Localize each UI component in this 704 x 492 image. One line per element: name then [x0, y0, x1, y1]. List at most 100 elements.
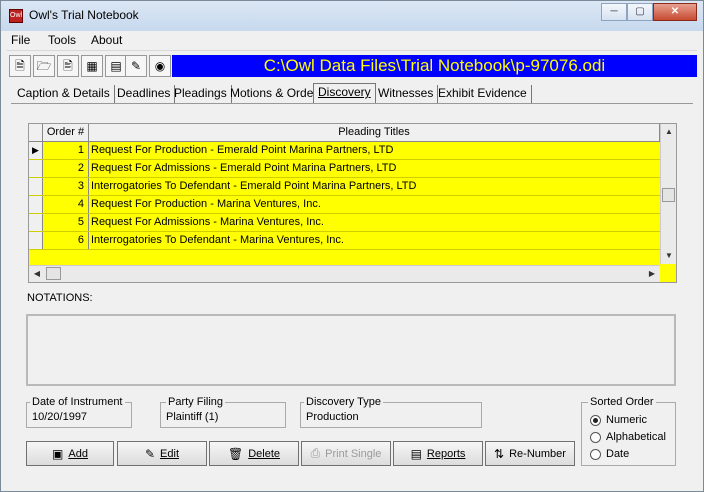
table-row[interactable]: 5 Request For Admissions - Marina Ventur…	[29, 214, 660, 232]
date-label: Date of Instrument	[30, 396, 125, 408]
horizontal-scrollbar[interactable]: ◀ ▶	[29, 265, 660, 282]
close-icon[interactable]: ✕	[653, 3, 697, 21]
menu-about[interactable]: About	[91, 33, 122, 47]
toolbar: 🗎 🗁 🖹 ▦ ▤ ✎ ◉ C:\Owl Data Files\Trial No…	[7, 53, 697, 79]
caption-buttons: ─ ▢ ✕	[601, 3, 697, 21]
radio-unselected-icon[interactable]	[590, 448, 601, 460]
radio-date[interactable]: Date	[590, 447, 629, 461]
sorted-order-group: Sorted Order Numeric Alphabetical Date	[581, 396, 676, 466]
type-label: Discovery Type	[304, 396, 383, 408]
notations-label: NOTATIONS:	[27, 292, 93, 304]
radio-unselected-icon[interactable]	[590, 431, 601, 443]
maximize-icon[interactable]: ▢	[627, 3, 653, 21]
row-selector-arrow-icon[interactable]: ▶	[29, 142, 43, 159]
tab-strip: Caption & Details Deadlines Pleadings Mo…	[11, 83, 695, 103]
row-selector[interactable]	[29, 232, 43, 249]
globe-icon[interactable]: ◉	[149, 55, 171, 77]
app-icon: Owl	[9, 9, 23, 23]
party-filing-group: Party Filing Plaintiff (1)	[160, 396, 286, 428]
scroll-left-icon[interactable]: ◀	[29, 266, 45, 282]
row-order: 4	[43, 196, 89, 213]
new-file-icon[interactable]: 🗎	[9, 55, 31, 77]
radio-alphabetical-label: Alphabetical	[606, 431, 666, 443]
row-title: Request For Admissions - Emerald Point M…	[91, 162, 397, 174]
add-button[interactable]: ▣ Add	[26, 441, 114, 466]
row-title: Request For Production - Marina Ventures…	[91, 198, 321, 210]
party-label: Party Filing	[166, 396, 226, 408]
date-of-instrument-group: Date of Instrument 10/20/1997	[26, 396, 132, 428]
radio-selected-icon[interactable]	[590, 414, 601, 426]
tab-exhibit-evidence[interactable]: Exhibit Evidence	[434, 85, 532, 103]
edit-button[interactable]: ✎ Edit	[117, 441, 207, 466]
vertical-scrollbar[interactable]: ▲ ▼	[660, 124, 676, 264]
reports-button[interactable]: ▤ Reports	[393, 441, 483, 466]
radio-numeric[interactable]: Numeric	[590, 413, 647, 427]
row-order: 2	[43, 160, 89, 177]
client-area: File Tools About 🗎 🗁 🖹 ▦ ▤ ✎ ◉ C:\Owl Da…	[7, 31, 697, 487]
window-title: Owl's Trial Notebook	[29, 8, 139, 22]
row-selector[interactable]	[29, 160, 43, 177]
header-order[interactable]: Order #	[43, 124, 89, 141]
menu-tools[interactable]: Tools	[48, 33, 76, 47]
renumber-icon: ⇅	[494, 446, 505, 461]
open-folder-icon[interactable]: 🗁	[33, 55, 55, 77]
document-icon[interactable]: 🖹	[57, 55, 79, 77]
grid-rows: ▶ 1 Request For Production - Emerald Poi…	[29, 142, 660, 250]
radio-alphabetical[interactable]: Alphabetical	[590, 430, 666, 444]
row-order: 6	[43, 232, 89, 249]
row-selector[interactable]	[29, 178, 43, 195]
menu-bar: File Tools About	[7, 31, 697, 51]
scroll-right-icon[interactable]: ▶	[644, 266, 660, 282]
vertical-scroll-thumb[interactable]	[662, 188, 675, 202]
tab-deadlines[interactable]: Deadlines	[113, 85, 176, 103]
sorted-order-label: Sorted Order	[588, 396, 656, 408]
scroll-up-icon[interactable]: ▲	[661, 124, 677, 140]
pleadings-grid[interactable]: Order # Pleading Titles ▶ 1 Request For …	[28, 123, 677, 283]
delete-button[interactable]: 🗑 Delete	[209, 441, 299, 466]
menu-file[interactable]: File	[11, 33, 30, 47]
tab-divider	[11, 103, 693, 104]
calendar-icon[interactable]: ▦	[81, 55, 103, 77]
scroll-down-icon[interactable]: ▼	[661, 248, 677, 264]
table-row[interactable]: 2 Request For Admissions - Emerald Point…	[29, 160, 660, 178]
tab-discovery[interactable]: Discovery	[313, 83, 376, 103]
trash-icon: 🗑	[227, 446, 244, 461]
table-row[interactable]: ▶ 1 Request For Production - Emerald Poi…	[29, 142, 660, 160]
row-order: 5	[43, 214, 89, 231]
file-path-display: C:\Owl Data Files\Trial Notebook\p-97076…	[172, 55, 697, 77]
date-value: 10/20/1997	[32, 411, 88, 423]
header-title[interactable]: Pleading Titles	[89, 124, 660, 141]
reports-icon: ▤	[410, 446, 422, 461]
header-selector	[29, 124, 43, 141]
grid-header: Order # Pleading Titles	[29, 124, 660, 142]
add-icon: ▣	[52, 446, 64, 461]
row-order: 3	[43, 178, 89, 195]
app-window: Owl Owl's Trial Notebook ─ ▢ ✕ File Tool…	[0, 0, 704, 492]
minimize-icon[interactable]: ─	[601, 3, 627, 21]
radio-date-label: Date	[606, 448, 630, 460]
row-order: 1	[43, 142, 89, 159]
table-row[interactable]: 6 Interrogatories To Defendant - Marina …	[29, 232, 660, 250]
row-title: Interrogatories To Defendant - Emerald P…	[91, 180, 417, 192]
tab-caption-details[interactable]: Caption & Details	[13, 85, 115, 103]
table-row[interactable]: 4 Request For Production - Marina Ventur…	[29, 196, 660, 214]
row-title: Request For Production - Emerald Point M…	[91, 144, 394, 156]
tab-pleadings[interactable]: Pleadings	[170, 85, 232, 103]
radio-numeric-label: Numeric	[606, 414, 647, 426]
table-row[interactable]: 3 Interrogatories To Defendant - Emerald…	[29, 178, 660, 196]
edit-icon: ✎	[144, 446, 156, 461]
printer-icon: ⎙	[310, 446, 321, 460]
row-selector[interactable]	[29, 196, 43, 213]
calculator-icon[interactable]: ▤	[105, 55, 127, 77]
row-title: Interrogatories To Defendant - Marina Ve…	[91, 234, 344, 246]
pen-icon[interactable]: ✎	[125, 55, 147, 77]
tab-witnesses[interactable]: Witnesses	[374, 85, 439, 103]
renumber-button[interactable]: ⇅ Re-Number	[485, 441, 575, 466]
title-bar[interactable]: Owl Owl's Trial Notebook ─ ▢ ✕	[1, 1, 703, 31]
row-title: Request For Admissions - Marina Ventures…	[91, 216, 324, 228]
party-value: Plaintiff (1)	[166, 411, 219, 423]
row-selector[interactable]	[29, 214, 43, 231]
print-single-button[interactable]: ⎙ Print Single	[301, 441, 391, 466]
notations-field[interactable]	[26, 314, 676, 386]
horizontal-scroll-thumb[interactable]	[46, 267, 61, 280]
